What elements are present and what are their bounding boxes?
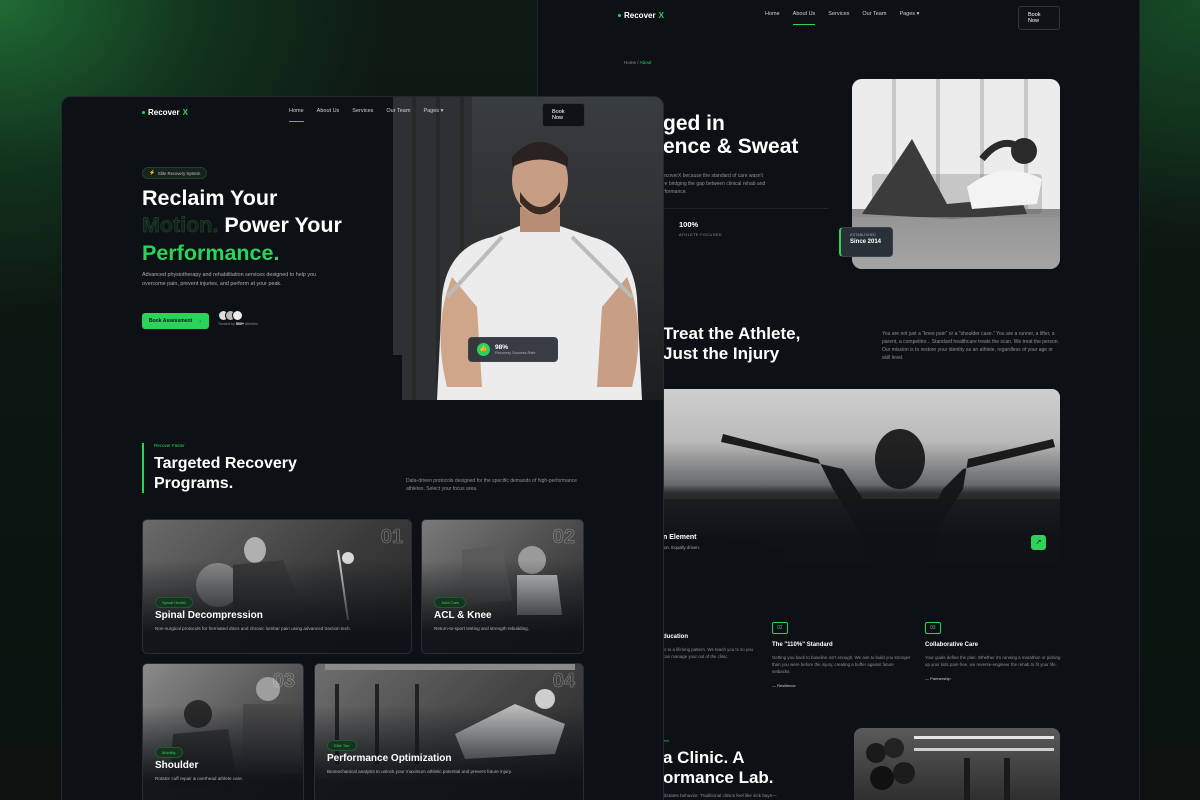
value-card-1: ducation ts to a lifelong pattern. We te…: [663, 634, 753, 660]
nav-pages[interactable]: Pages ▾: [423, 108, 443, 114]
book-assessment-button[interactable]: Book Assessment →: [142, 313, 210, 329]
program-card-shoulder[interactable]: 03 Mobility Shoulder Rotator cuff repair…: [142, 663, 304, 800]
nav-links: Home About Us Services Our Team Pages ▾: [289, 108, 443, 122]
logo-dot-icon: [142, 110, 145, 114]
card-tag: Spinal Health: [155, 597, 193, 608]
chevron-down-icon: ▾: [916, 11, 920, 17]
breadcrumb-home[interactable]: Home: [624, 60, 636, 65]
value-card-3: 03 Collaborative Care Your goals define …: [925, 616, 1065, 681]
card-tag: Elite Tier: [327, 740, 357, 751]
programs-desc: Data-driven protocols designed for the s…: [406, 478, 577, 492]
nav-team[interactable]: Our Team: [386, 108, 410, 114]
stat-athlete-focused: 100% ATHLETE FOCUSED: [679, 220, 722, 237]
thumbs-up-icon: 👍: [477, 343, 490, 356]
nav-home[interactable]: Home: [765, 11, 780, 17]
programs-title: Targeted Recovery Programs.: [154, 455, 297, 492]
nav-home[interactable]: Home: [289, 108, 304, 122]
logo[interactable]: Recover X: [142, 108, 188, 117]
arrow-right-icon: →: [197, 318, 203, 324]
established-badge: ESTABLISHED Since 2014: [839, 227, 893, 257]
bolt-icon: ⚡: [149, 170, 156, 176]
about-desc: ecoverX because the standard of care was…: [663, 173, 766, 195]
program-card-spinal[interactable]: 01 Spinal Health Spinal Decompression No…: [142, 519, 412, 654]
success-rate-card: 👍 98% Recovery Success Rate: [468, 337, 558, 362]
nav-services[interactable]: Services: [828, 11, 849, 17]
nav-services[interactable]: Services: [352, 108, 373, 114]
banner-photo-woman-arms-open: n Element ion. Equally driven. ↗: [663, 389, 1060, 563]
nav-about[interactable]: About Us: [792, 11, 815, 25]
hero-title: Reclaim Your Motion. Power Your Performa…: [142, 186, 342, 265]
card-tag: Joint Care: [434, 597, 467, 608]
book-now-button[interactable]: Book Now: [542, 103, 585, 127]
program-card-performance[interactable]: 04 Elite Tier Performance Optimization B…: [314, 663, 584, 800]
chevron-down-icon: ▾: [440, 108, 444, 114]
top-nav: Recover X Home About Us Services Our Team…: [618, 6, 1060, 30]
breadcrumb: Home / About: [624, 60, 652, 65]
elite-badge: ⚡ Elite Recovery System: [142, 167, 208, 179]
value-card-2: 02 The "110%" Standard Getting you back …: [772, 616, 912, 688]
lab-title: a Clinic. A ormance Lab.: [663, 748, 774, 788]
nav-team[interactable]: Our Team: [862, 11, 886, 17]
logo-dot-icon: [618, 13, 621, 17]
avatar: [232, 310, 243, 321]
nav-about[interactable]: About Us: [317, 108, 340, 114]
breadcrumb-current: About: [639, 60, 652, 65]
mission-title: Treat the Athlete, Just the Injury: [663, 324, 801, 364]
arrow-button[interactable]: ↗: [1031, 535, 1046, 550]
card-tag: Mobility: [155, 747, 183, 758]
gym-photo: [854, 728, 1060, 800]
nav-links: Home About Us Services Our Team Pages ▾: [765, 11, 919, 25]
about-title: ged in ence & Sweat: [663, 112, 799, 159]
divider: [663, 208, 828, 209]
program-card-acl[interactable]: 02 Joint Care ACL & Knee Return-to-sport…: [421, 519, 584, 654]
logo[interactable]: Recover X: [618, 11, 664, 20]
top-nav: Recover X Home About Us Services Our Team…: [142, 103, 585, 127]
home-page-mockup: Recover X Home About Us Services Our Team…: [61, 96, 664, 800]
accent-bar: [142, 443, 144, 493]
nav-pages[interactable]: Pages ▾: [899, 11, 919, 17]
mission-desc: You are not just a "knee pain" or a "sho…: [882, 331, 1059, 361]
avatar-stack: [218, 310, 258, 321]
book-now-button[interactable]: Book Now: [1018, 6, 1060, 30]
trusted-by: Trusted by 500+ Athletes: [218, 310, 258, 326]
hero-desc: Advanced physiotherapy and rehabilitatio…: [142, 272, 317, 287]
